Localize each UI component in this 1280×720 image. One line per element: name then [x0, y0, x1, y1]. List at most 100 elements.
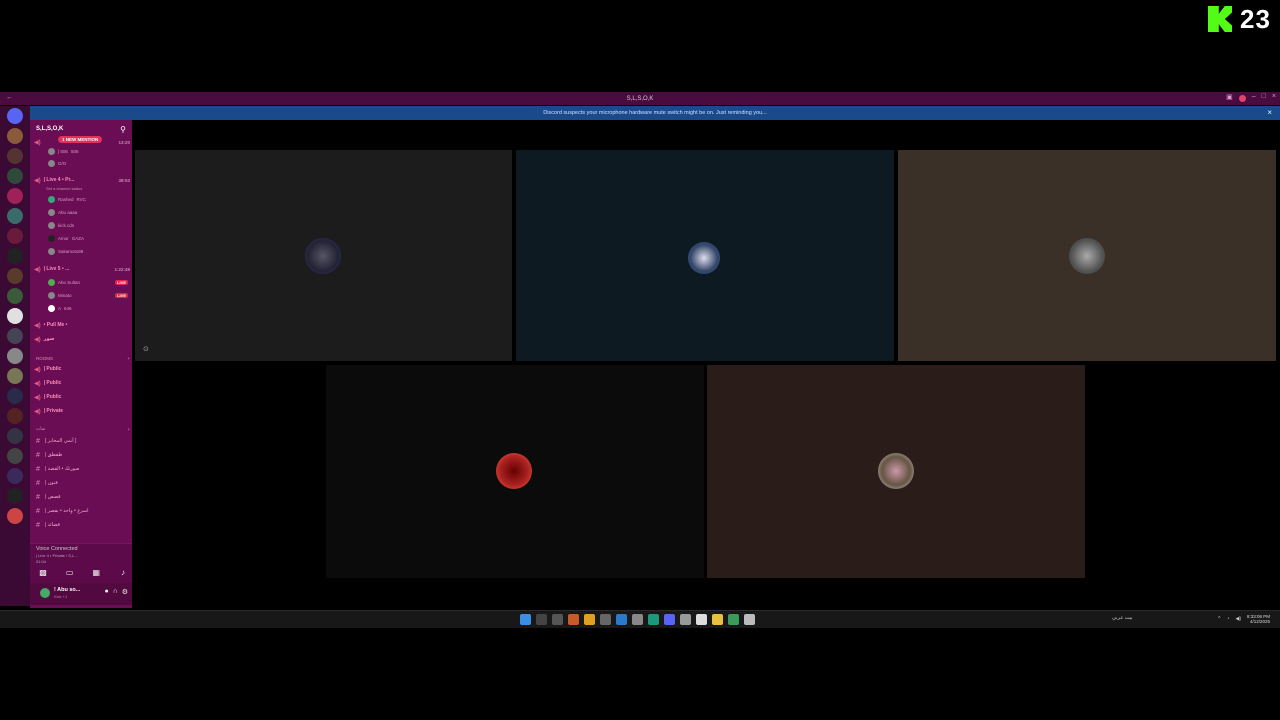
task-view-icon[interactable]: [552, 614, 563, 625]
speaker-icon: ◀): [34, 139, 41, 146]
server-header[interactable]: S,L,S,O,K ⚲: [30, 122, 132, 136]
folder-icon[interactable]: [712, 614, 723, 625]
discord-icon[interactable]: [664, 614, 675, 625]
text-channel[interactable]: # | صورتك • القصة: [36, 463, 128, 475]
app-icon[interactable]: [568, 614, 579, 625]
member-tag: RVC: [76, 196, 86, 202]
soundboard-icon[interactable]: ♪: [118, 568, 128, 578]
voice-member[interactable]: G/O: [48, 158, 128, 168]
room-channel[interactable]: ◀) | Public: [34, 392, 130, 402]
keyboard-layout[interactable]: بيت عربي: [1112, 615, 1133, 621]
banner-close-icon[interactable]: ×: [1267, 108, 1272, 117]
add-channel-icon[interactable]: +: [127, 356, 130, 361]
headphones-icon[interactable]: ∩: [113, 588, 118, 596]
category-rooms[interactable]: ROOMS +: [36, 354, 130, 362]
text-channel[interactable]: # | اسرع • واحد • يقصر: [36, 505, 128, 517]
voice-member[interactable]: kick.cdn: [48, 220, 128, 230]
voice-member[interactable]: | 506 506: [48, 146, 128, 156]
server-icon[interactable]: [7, 168, 23, 184]
server-icon[interactable]: [7, 288, 23, 304]
help-icon[interactable]: [1238, 95, 1246, 102]
network-icon[interactable]: ◔: [1226, 616, 1229, 622]
room-channel[interactable]: ◀) | Private: [34, 406, 130, 416]
member-name: A: [58, 305, 62, 311]
app-icon[interactable]: [648, 614, 659, 625]
back-icon[interactable]: ←: [6, 94, 13, 101]
room-channel[interactable]: ◀) | Public: [34, 378, 130, 388]
server-icon[interactable]: [7, 128, 23, 144]
channel-status[interactable]: Set a channel status: [46, 183, 126, 193]
voice-channel-info[interactable]: | Live 4 • Private / S,L...: [36, 553, 78, 558]
server-icon[interactable]: [7, 208, 23, 224]
search-icon[interactable]: [536, 614, 547, 625]
start-icon[interactable]: [520, 614, 531, 625]
browser-icon[interactable]: [728, 614, 739, 625]
voice-channel[interactable]: ◀) • Pull Me •: [34, 320, 130, 330]
voice-member[interactable]: Rashed RVC: [48, 194, 128, 204]
app-icon[interactable]: [680, 614, 691, 625]
title-bar: ← S,L,S,O,K ▣ – □ ×: [0, 92, 1280, 105]
video-tile[interactable]: [516, 150, 894, 361]
stream-icon[interactable]: ⊙: [143, 345, 149, 353]
voice-member[interactable]: Sakamoto99: [48, 246, 128, 256]
server-icon[interactable]: [7, 228, 23, 244]
app-icon[interactable]: [632, 614, 643, 625]
video-tile[interactable]: [898, 150, 1276, 361]
server-icon[interactable]: [7, 188, 23, 204]
gear-icon[interactable]: ⚙: [122, 588, 128, 596]
video-tile[interactable]: ⊙: [135, 150, 512, 361]
home-icon[interactable]: [7, 108, 23, 124]
new-mention-pill[interactable]: 1 NEW MENTION: [58, 136, 103, 143]
text-channel[interactable]: # | طقطق: [36, 449, 128, 461]
server-icon[interactable]: [7, 148, 23, 164]
server-icon[interactable]: [7, 468, 23, 484]
text-channel[interactable]: # [ أنمي المخابز ]: [36, 435, 128, 447]
add-member-icon[interactable]: ⚲: [120, 125, 126, 134]
server-icon[interactable]: [7, 368, 23, 384]
room-label: | Private: [43, 408, 64, 414]
screen-share-icon[interactable]: ▭: [65, 568, 75, 578]
server-icon[interactable]: [7, 348, 23, 364]
inbox-icon[interactable]: ▣: [1226, 93, 1233, 102]
app-icon[interactable]: [600, 614, 611, 625]
voice-member[interactable]: Amor GAZA: [48, 233, 128, 243]
close-window-button[interactable]: ×: [1272, 93, 1276, 102]
server-icon[interactable]: [7, 428, 23, 444]
add-channel-icon[interactable]: +: [127, 427, 130, 432]
text-channel[interactable]: # | فنون: [36, 477, 128, 489]
mic-icon[interactable]: ●: [104, 588, 108, 596]
settings-icon[interactable]: [744, 614, 755, 625]
server-icon[interactable]: [7, 308, 23, 324]
category-text[interactable]: شات +: [36, 425, 130, 433]
camera-icon[interactable]: ▩: [38, 568, 48, 578]
server-icon[interactable]: [7, 388, 23, 404]
maximize-button[interactable]: □: [1262, 93, 1266, 102]
room-channel[interactable]: ◀) | Public: [34, 364, 130, 374]
video-tile[interactable]: [326, 365, 704, 578]
voice-member[interactable]: Abu aaaa: [48, 207, 128, 217]
server-icon[interactable]: [7, 448, 23, 464]
voice-channel[interactable]: ◀) صور: [34, 334, 130, 344]
chevron-up-icon[interactable]: ^: [1218, 616, 1220, 622]
app-icon[interactable]: [584, 614, 595, 625]
voice-channel[interactable]: ◀) | Live 5 • ... 1:22:49: [34, 264, 130, 274]
clock[interactable]: 8:33:06 PM 4/12/2025: [1247, 614, 1270, 624]
text-channel[interactable]: # | قصص: [36, 491, 128, 503]
server-icon[interactable]: [7, 488, 23, 504]
voice-member[interactable]: A 646: [48, 303, 128, 313]
text-channel[interactable]: # | قصائد: [36, 519, 128, 531]
avatar[interactable]: [40, 588, 50, 598]
server-icon[interactable]: [7, 328, 23, 344]
activity-icon[interactable]: ▦: [91, 568, 101, 578]
server-icon[interactable]: [7, 408, 23, 424]
server-icon[interactable]: [7, 508, 23, 524]
server-icon[interactable]: [7, 248, 23, 264]
app-icon[interactable]: [696, 614, 707, 625]
minimize-button[interactable]: –: [1252, 93, 1256, 102]
video-tile[interactable]: [707, 365, 1085, 578]
volume-icon[interactable]: ◀): [1235, 616, 1241, 622]
server-icon[interactable]: [7, 268, 23, 284]
voice-member[interactable]: Abo Sultan LIVE: [48, 277, 128, 287]
voice-member[interactable]: Minato LIVE: [48, 290, 128, 300]
vscode-icon[interactable]: [616, 614, 627, 625]
